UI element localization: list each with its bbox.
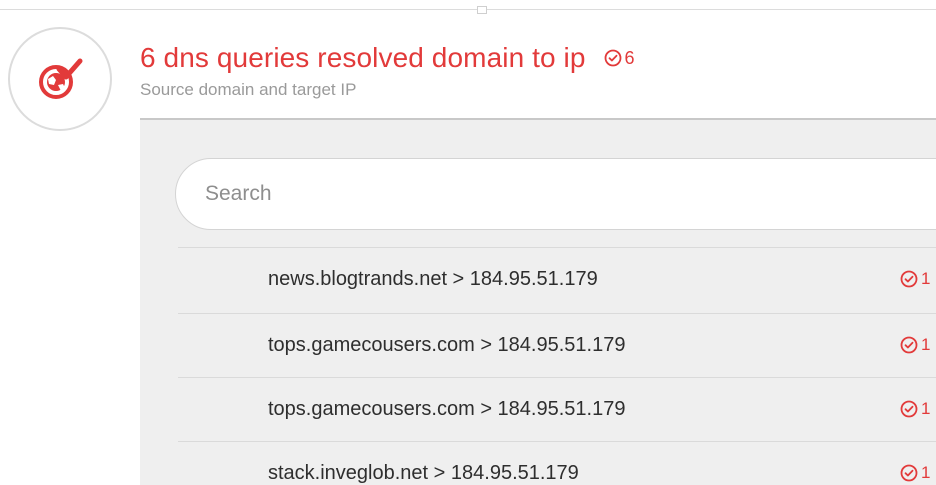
signature-count: 6 xyxy=(604,48,635,69)
result-row[interactable]: tops.gamecousers.com > 184.95.51.179 1 xyxy=(178,377,936,441)
check-circle-icon xyxy=(900,270,918,288)
result-label: tops.gamecousers.com > 184.95.51.179 xyxy=(268,398,626,420)
result-row[interactable]: stack.inveglob.net > 184.95.51.179 1 xyxy=(178,441,936,485)
category-badge xyxy=(8,27,112,131)
result-count: 1 xyxy=(900,314,930,376)
dns-resolve-check-icon xyxy=(39,58,83,99)
result-label: stack.inveglob.net > 184.95.51.179 xyxy=(268,462,579,484)
result-count-value: 1 xyxy=(921,463,931,482)
result-count-value: 1 xyxy=(921,269,931,288)
signature-subtitle: Source domain and target IP xyxy=(140,80,357,99)
result-count-value: 1 xyxy=(921,399,931,418)
check-circle-icon xyxy=(900,464,918,482)
result-count: 1 xyxy=(900,248,930,310)
signature-title-row: 6 dns queries resolved domain to ip 6 xyxy=(140,38,635,78)
result-label: news.blogtrands.net > 184.95.51.179 xyxy=(268,268,598,290)
result-count-value: 1 xyxy=(921,335,931,354)
signature-title: 6 dns queries resolved domain to ip xyxy=(140,42,586,73)
result-row[interactable]: news.blogtrands.net > 184.95.51.179 1 xyxy=(178,247,936,311)
check-circle-icon xyxy=(900,400,918,418)
page: 6 dns queries resolved domain to ip 6 So… xyxy=(0,0,936,485)
result-row[interactable]: tops.gamecousers.com > 184.95.51.179 1 xyxy=(178,313,936,377)
search-input[interactable] xyxy=(175,158,936,230)
signature-count-value: 6 xyxy=(624,47,635,68)
result-label: tops.gamecousers.com > 184.95.51.179 xyxy=(268,334,626,356)
result-count: 1 xyxy=(900,442,930,485)
check-circle-icon xyxy=(604,49,621,67)
top-divider xyxy=(0,9,936,10)
check-circle-icon xyxy=(900,336,918,354)
resize-handle[interactable] xyxy=(477,6,487,14)
result-count: 1 xyxy=(900,378,930,440)
